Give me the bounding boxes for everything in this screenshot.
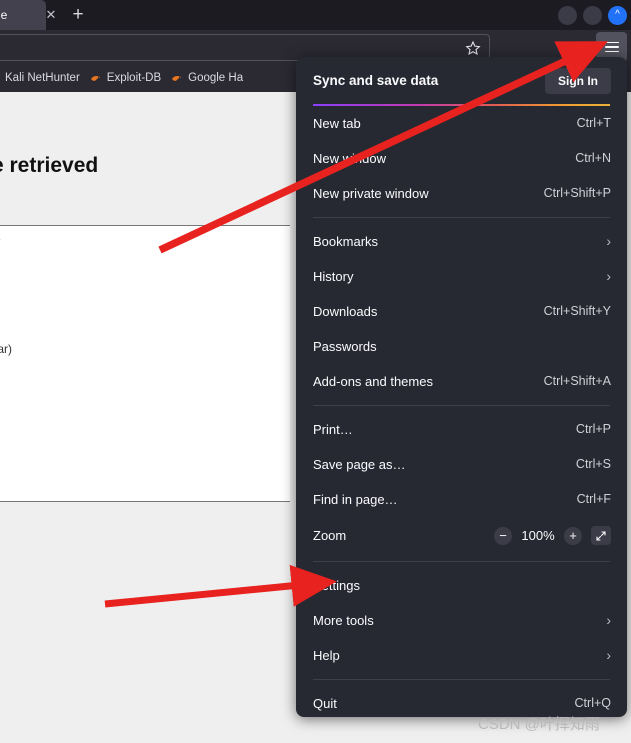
page-title: e retrieved: [0, 154, 99, 177]
page-body-block: [0, 226, 290, 502]
menu-group: New tab Ctrl+T New window Ctrl+N New private…: [296, 106, 627, 211]
menu-item-label: New private window: [313, 185, 429, 201]
menu-item-label: Find in page…: [313, 491, 398, 507]
menu-item-label: Print…: [313, 421, 353, 437]
menu-item-label: New window: [313, 150, 386, 166]
menu-item-shortcut: Ctrl+P: [575, 422, 611, 436]
menu-item-shortcut: Ctrl+S: [575, 457, 611, 471]
menu-item-help[interactable]: Help ›: [296, 638, 627, 673]
menu-group: Print… Ctrl+P Save page as… Ctrl+S Find in p…: [296, 412, 627, 517]
menu-item-more-tools[interactable]: More tools ›: [296, 603, 627, 638]
menu-item-new-tab[interactable]: New tab Ctrl+T: [296, 106, 627, 141]
menu-item-label: History: [313, 268, 354, 284]
chevron-right-icon: ›: [606, 612, 611, 628]
menu-item-new-private-window[interactable]: New private window Ctrl+Shift+P: [296, 176, 627, 211]
plus-icon[interactable]: +: [62, 0, 94, 30]
menu-item-shortcut: Ctrl+Shift+Y: [543, 304, 611, 318]
window-controls: ^: [558, 0, 627, 30]
kali-dragon-icon: [90, 75, 101, 81]
bookmark-item[interactable]: Exploit-DB: [90, 72, 161, 84]
expand-icon[interactable]: [591, 526, 611, 545]
chevron-right-icon: ›: [606, 233, 611, 249]
watermark: CSDN @叶挥知雨: [478, 716, 600, 733]
menu-item-addons-and-themes[interactable]: Add-ons and themes Ctrl+Shift+A: [296, 364, 627, 399]
menu-separator: [313, 404, 610, 406]
menu-item-label: Settings: [313, 577, 360, 593]
zoom-row: Zoom −100% +: [296, 517, 627, 555]
menu-item-shortcut: Ctrl+T: [576, 116, 611, 130]
bookmark-label: Kali NetHunter: [5, 72, 80, 84]
menu-item-shortcut: Ctrl+Q: [574, 696, 611, 710]
menu-item-settings[interactable]: Settings: [296, 568, 627, 603]
menu-item-label: Downloads: [313, 303, 378, 319]
menu-group: Bookmarks › History › Downloads Ctrl+Shift+Y P…: [296, 224, 627, 399]
menu-item-label: Save page as…: [313, 456, 406, 472]
menu-item-label: Bookmarks: [313, 233, 379, 249]
menu-item-shortcut: Ctrl+Shift+P: [543, 186, 611, 200]
window-button-collapse[interactable]: ^: [608, 5, 627, 25]
menu-item-save-page-as[interactable]: Save page as… Ctrl+S: [296, 447, 627, 482]
chevron-right-icon: ›: [606, 268, 611, 284]
zoom-out-button[interactable]: −: [494, 526, 512, 545]
menu-item-label: Add-ons and themes: [313, 373, 433, 389]
menu-separator: [313, 678, 610, 680]
kali-dragon-icon: [172, 75, 182, 81]
sign-in-button[interactable]: Sign In: [545, 67, 611, 94]
sync-and-save-row: Sync and save data Sign In: [296, 57, 627, 104]
menu-item-shortcut: Ctrl+N: [575, 151, 611, 165]
menu-item-new-window[interactable]: New window Ctrl+N: [296, 141, 627, 176]
bookmark-label: Google Ha: [188, 72, 244, 84]
menu-group: Settings More tools › Help ›: [296, 568, 627, 673]
sync-title: Sync and save data: [313, 73, 439, 88]
menu-separator: [313, 216, 610, 218]
tab-strip: ge ✕ + ^: [0, 0, 631, 30]
pocket-icon[interactable]: [563, 35, 589, 59]
menu-item-label: More tools: [313, 612, 374, 628]
menu-item-shortcut: Ctrl+F: [576, 492, 611, 506]
menu-item-shortcut: Ctrl+Shift+A: [543, 374, 611, 388]
menu-item-label: Quit: [313, 695, 337, 711]
menu-separator: [313, 560, 610, 562]
zoom-in-button[interactable]: +: [564, 526, 582, 545]
menu-item-passwords[interactable]: Passwords: [296, 329, 627, 364]
app-menu-panel: Sync and save data Sign In New tab Ctrl+T…: [296, 57, 627, 717]
tab-title: ge: [0, 8, 8, 22]
menu-item-label: Passwords: [313, 338, 377, 354]
chevron-right-icon: ›: [606, 647, 611, 663]
window-button-2[interactable]: [583, 5, 602, 25]
bookmark-item[interactable]: Google Ha: [171, 72, 243, 84]
page-paragraph: ilar): [0, 342, 12, 356]
zoom-level: 100%: [521, 528, 555, 543]
menu-item-label: Help: [313, 647, 340, 663]
menu-item-downloads[interactable]: Downloads Ctrl+Shift+Y: [296, 294, 627, 329]
menu-item-label: New tab: [313, 115, 361, 131]
menu-item-print[interactable]: Print… Ctrl+P: [296, 412, 627, 447]
star-icon[interactable]: [465, 40, 481, 56]
zoom-label: Zoom: [313, 528, 347, 543]
bookmark-item[interactable]: Kali NetHunter: [0, 72, 80, 84]
bookmark-label: Exploit-DB: [106, 72, 162, 84]
window-button-1[interactable]: [558, 5, 577, 25]
menu-item-history[interactable]: History ›: [296, 259, 627, 294]
menu-item-find-in-page[interactable]: Find in page… Ctrl+F: [296, 482, 627, 517]
menu-item-bookmarks[interactable]: Bookmarks ›: [296, 224, 627, 259]
close-icon[interactable]: ✕: [40, 0, 62, 30]
chevron-up-icon: ^: [615, 8, 620, 20]
